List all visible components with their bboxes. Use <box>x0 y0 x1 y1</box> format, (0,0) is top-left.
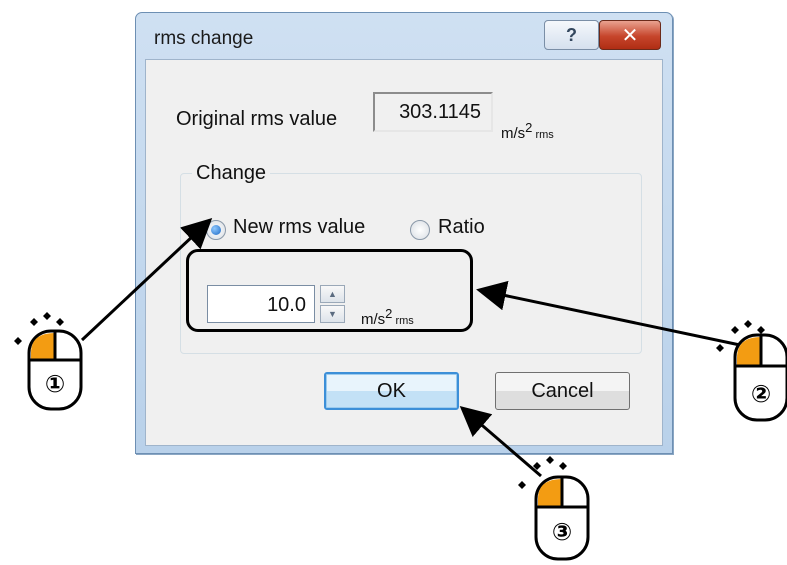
step-1-label: ① <box>44 371 66 398</box>
annotation-overlay <box>14 217 787 561</box>
arrow-3 <box>459 406 542 478</box>
arrow-1 <box>80 217 213 342</box>
step-3-label: ③ <box>551 519 573 546</box>
arrow-2 <box>476 280 741 347</box>
step-2-label: ② <box>750 381 772 408</box>
